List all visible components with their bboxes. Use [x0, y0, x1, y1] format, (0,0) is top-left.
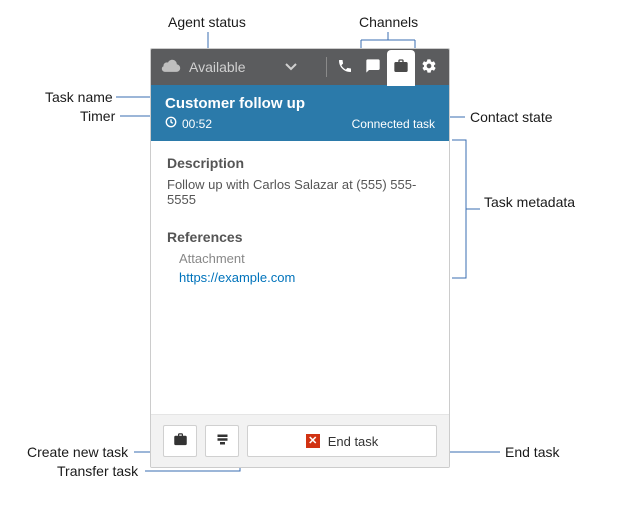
description-text: Follow up with Carlos Salazar at (555) 5…	[167, 177, 433, 207]
reference-item: Attachment https://example.com	[167, 251, 433, 285]
timer-value: 00:52	[182, 117, 212, 131]
agent-status-dropdown[interactable]: Available	[161, 59, 298, 76]
settings-button[interactable]	[415, 58, 443, 77]
channel-voice-button[interactable]	[331, 49, 359, 85]
footer: ✕ End task	[151, 414, 449, 467]
callout-agent-status: Agent status	[168, 14, 246, 30]
agent-status-text: Available	[189, 59, 246, 75]
ccp-panel: Available Customer	[150, 48, 450, 468]
briefcase-icon	[173, 432, 188, 450]
end-task-button[interactable]: ✕ End task	[247, 425, 437, 457]
clock-icon	[165, 116, 177, 131]
reference-link[interactable]: https://example.com	[179, 270, 433, 285]
callout-task-metadata: Task metadata	[484, 194, 575, 210]
end-task-label: End task	[328, 434, 379, 449]
contact-state: Connected task	[352, 117, 435, 131]
create-task-button[interactable]	[163, 425, 197, 457]
callout-contact-state: Contact state	[470, 109, 553, 125]
chevron-down-icon	[284, 60, 298, 75]
task-title: Customer follow up	[165, 95, 435, 112]
task-header: Customer follow up 00:52 Connected task	[151, 85, 449, 141]
task-body: Description Follow up with Carlos Salaza…	[151, 141, 449, 414]
transfer-task-button[interactable]	[205, 425, 239, 457]
callout-channels: Channels	[359, 14, 418, 30]
close-icon: ✕	[306, 434, 320, 448]
callout-create-new-task: Create new task	[27, 444, 128, 460]
description-header: Description	[167, 155, 433, 171]
attachment-label: Attachment	[179, 251, 433, 266]
transfer-icon	[215, 432, 230, 450]
references-header: References	[167, 229, 433, 245]
chat-icon	[365, 58, 381, 77]
callout-task-name: Task name	[45, 89, 113, 105]
channel-chat-button[interactable]	[359, 49, 387, 85]
callout-timer: Timer	[80, 108, 115, 124]
callout-transfer-task: Transfer task	[57, 463, 138, 479]
divider	[326, 57, 327, 77]
gear-icon	[421, 58, 437, 77]
callout-end-task: End task	[505, 444, 559, 460]
topbar: Available	[151, 49, 449, 85]
timer-group: 00:52	[165, 116, 212, 131]
cloud-icon	[161, 59, 181, 76]
phone-icon	[337, 58, 353, 77]
briefcase-icon	[393, 58, 409, 77]
channel-task-button[interactable]	[387, 50, 415, 86]
